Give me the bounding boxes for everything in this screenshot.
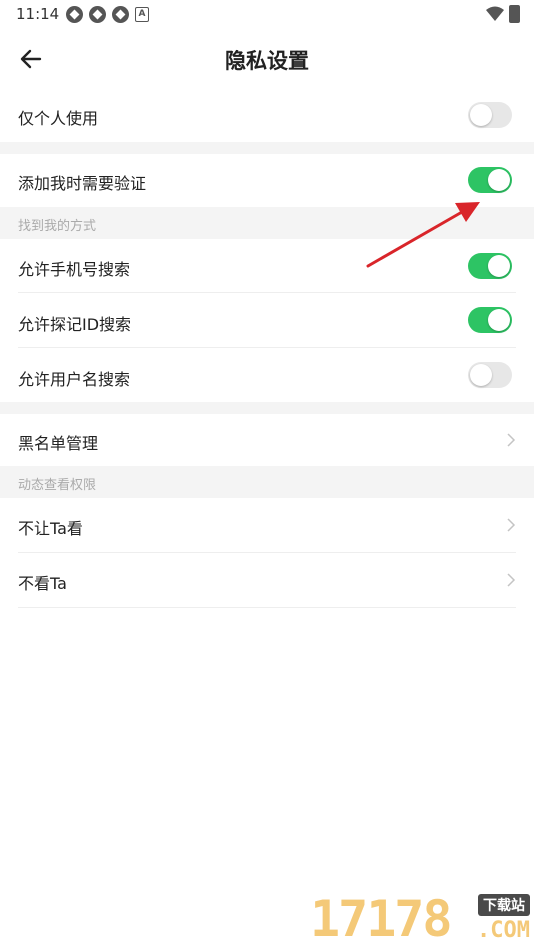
toggle-knob: [488, 309, 510, 331]
hide-from-item[interactable]: 不让Ta看: [0, 498, 534, 553]
app-notification-icon: [66, 6, 83, 23]
notification-icons: A: [66, 6, 149, 23]
chevron-right-icon: [507, 518, 516, 532]
status-bar: 11:14 A: [0, 0, 534, 30]
section-gap: [0, 142, 534, 154]
setting-row-username-search: 允许用户名搜索: [0, 348, 534, 402]
require-verify-toggle[interactable]: [468, 167, 512, 193]
toggle-knob: [488, 255, 510, 277]
system-icons: [486, 5, 520, 23]
username-search-toggle[interactable]: [468, 362, 512, 388]
setting-label: 允许用户名搜索: [18, 370, 131, 389]
watermark-digits: 17178: [310, 890, 453, 948]
watermark-badge: 下载站: [478, 894, 530, 916]
setting-label: 允许探记ID搜索: [18, 315, 132, 334]
page-title: 隐私设置: [225, 49, 309, 73]
setting-label: 不看Ta: [18, 574, 67, 593]
setting-label: 不让Ta看: [18, 519, 83, 538]
setting-row-phone-search: 允许手机号搜索: [0, 239, 534, 293]
blacklist-management-item[interactable]: 黑名单管理: [0, 414, 534, 466]
only-personal-toggle[interactable]: [468, 102, 512, 128]
status-time: 11:14: [16, 5, 60, 23]
setting-label: 添加我时需要验证: [18, 174, 147, 193]
a-notification-icon: A: [135, 7, 149, 22]
section-title: 动态查看权限: [18, 478, 97, 493]
section-gap: [0, 402, 534, 414]
setting-row-require-verify: 添加我时需要验证: [0, 154, 534, 207]
app-notification-icon: [112, 6, 129, 23]
wifi-icon: [486, 6, 504, 21]
setting-row-id-search: 允许探记ID搜索: [0, 293, 534, 348]
row-divider: [18, 607, 516, 608]
chevron-right-icon: [507, 573, 516, 587]
setting-label: 允许手机号搜索: [18, 260, 131, 279]
section-title: 找到我的方式: [18, 219, 97, 234]
setting-row-only-personal: 仅个人使用: [0, 88, 534, 142]
watermark-suffix: .COM: [477, 918, 530, 943]
section-header-find-me: 找到我的方式: [0, 207, 534, 239]
header-bar: 隐私设置: [0, 30, 534, 88]
app-notification-icon: [89, 6, 106, 23]
toggle-knob: [470, 364, 492, 386]
phone-search-toggle[interactable]: [468, 253, 512, 279]
not-see-item[interactable]: 不看Ta: [0, 553, 534, 608]
toggle-knob: [488, 169, 510, 191]
chevron-right-icon: [507, 433, 516, 447]
watermark-logo: 17178 下载站 .COM: [310, 890, 532, 948]
battery-icon: [509, 5, 520, 23]
id-search-toggle[interactable]: [468, 307, 512, 333]
toggle-knob: [470, 104, 492, 126]
section-header-moments: 动态查看权限: [0, 466, 534, 498]
setting-label: 仅个人使用: [18, 109, 99, 128]
setting-label: 黑名单管理: [18, 434, 99, 453]
